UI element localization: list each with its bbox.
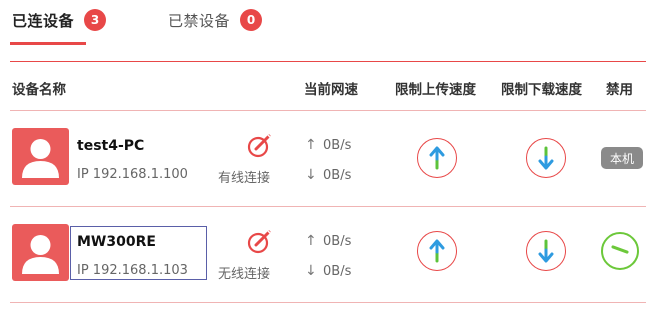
tab-bar: 已连设备 3 已禁设备 0 xyxy=(0,0,650,62)
active-tab-indicator xyxy=(10,42,86,45)
arrow-down-icon: ↓ xyxy=(305,263,317,279)
arrow-up-icon: ↑ xyxy=(305,233,317,249)
tab-banned-label: 已禁设备 xyxy=(168,11,231,30)
device-ip: IP 192.168.1.100 xyxy=(77,167,188,182)
edit-pencil-icon[interactable] xyxy=(246,228,274,256)
upload-speed-value: 0B/s xyxy=(323,233,352,249)
device-name: MW300RE xyxy=(77,234,156,250)
header-download-limit: 限制下载速度 xyxy=(501,82,582,98)
banned-count-badge: 0 xyxy=(240,9,263,31)
download-speed: ↓ 0B/s xyxy=(305,167,351,183)
download-speed-value: 0B/s xyxy=(323,167,352,183)
row-divider xyxy=(10,302,646,303)
table-row: MW300RE IP 192.168.1.103 无线连接 ↑ 0B/s ↓ 0… xyxy=(0,207,650,303)
upload-limit-button[interactable] xyxy=(417,231,457,271)
connection-type: 有线连接 xyxy=(218,171,271,186)
header-device-name: 设备名称 xyxy=(12,82,66,98)
header-upload-limit: 限制上传速度 xyxy=(395,82,476,98)
user-silhouette-icon xyxy=(12,224,69,281)
table-row: test4-PC IP 192.168.1.100 有线连接 ↑ 0B/s ↓ … xyxy=(0,111,650,207)
tab-banned-devices[interactable]: 已禁设备 0 xyxy=(168,6,263,34)
header-current-speed: 当前网速 xyxy=(304,82,358,98)
download-limit-button[interactable] xyxy=(526,138,566,178)
download-limit-button[interactable] xyxy=(526,231,566,271)
arrow-up-icon xyxy=(429,239,445,263)
device-ip: IP 192.168.1.103 xyxy=(77,263,188,278)
upload-speed-value: 0B/s xyxy=(323,137,352,153)
download-speed: ↓ 0B/s xyxy=(305,263,351,279)
upload-speed: ↑ 0B/s xyxy=(305,137,351,153)
download-speed-value: 0B/s xyxy=(323,263,352,279)
arrow-down-icon xyxy=(538,239,554,263)
local-device-badge: 本机 xyxy=(601,147,643,169)
table-header: 设备名称 当前网速 限制上传速度 限制下载速度 禁用 xyxy=(0,78,650,98)
arrow-down-icon xyxy=(538,146,554,170)
arrow-up-icon: ↑ xyxy=(305,137,317,153)
upload-speed: ↑ 0B/s xyxy=(305,233,351,249)
ban-toggle-icon[interactable] xyxy=(601,232,639,270)
connection-type: 无线连接 xyxy=(218,267,271,282)
device-name: test4-PC xyxy=(77,138,145,154)
ban-toggle-bar xyxy=(611,245,629,254)
tab-connected-devices[interactable]: 已连设备 3 xyxy=(12,6,107,34)
arrow-down-icon: ↓ xyxy=(305,167,317,183)
connected-count-badge: 3 xyxy=(84,9,107,31)
tab-connected-label: 已连设备 xyxy=(12,11,75,30)
header-ban: 禁用 xyxy=(606,82,633,98)
user-silhouette-icon xyxy=(12,128,69,185)
upload-limit-button[interactable] xyxy=(417,138,457,178)
edit-pencil-icon[interactable] xyxy=(246,132,274,160)
tabs-divider xyxy=(10,61,646,62)
arrow-up-icon xyxy=(429,146,445,170)
